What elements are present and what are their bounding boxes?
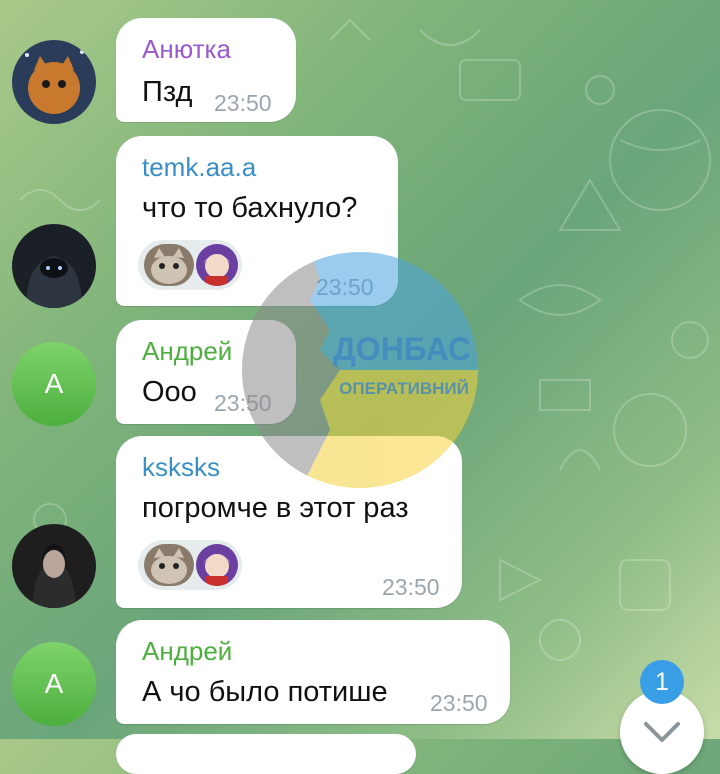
message-time: 23:50 [382,574,440,600]
message-time: 23:50 [214,90,272,116]
reactions-bar[interactable] [138,240,242,290]
message-text: А чо было потише [142,676,388,708]
reactions-bar[interactable] [138,540,242,590]
message-bubble[interactable]: Анютка Пзд 23:50 [116,18,296,122]
cat-sticker-icon [144,544,194,586]
cat-sticker-icon [144,244,194,286]
avatar-letter[interactable]: А [12,342,96,426]
message-bubble[interactable]: ksksks погромче в этот раз 23:50 [116,436,462,608]
avatar-cat[interactable] [12,40,96,124]
avatar-hooded-figure[interactable] [12,224,96,308]
message-time: 23:50 [430,690,488,716]
watermark-subtitle: ОПЕРАТИВНИЙ [339,379,469,398]
message-author[interactable]: Андрей [142,636,232,667]
message-bubble[interactable]: Андрей А чо было потише 23:50 [116,620,510,724]
message-author[interactable]: temk.aa.a [142,152,256,183]
message-text: что то бахнуло? [142,192,358,224]
message-time: 23:50 [316,274,374,300]
message-author[interactable]: ksksks [142,452,220,483]
message-bubble[interactable]: Андрей Ооо 23:50 [116,320,296,424]
message-time: 23:50 [214,390,272,416]
message-bubble-partial[interactable] [116,734,416,774]
anime-avatar-icon [196,244,238,286]
message-bubble[interactable]: temk.aa.a что то бахнуло? 23:50 [116,136,398,306]
anime-avatar-icon [196,544,238,586]
watermark-title: ДОНБАС [333,331,471,367]
message-author[interactable]: Анютка [142,34,231,65]
message-text: Ооо [142,376,197,408]
unread-count-badge[interactable]: 1 [640,660,684,704]
message-text: погромче в этот раз [142,492,409,524]
avatar-letter[interactable]: А [12,642,96,726]
avatar-dark-portrait[interactable] [12,524,96,608]
message-author[interactable]: Андрей [142,336,232,367]
message-text: Пзд [142,76,193,108]
